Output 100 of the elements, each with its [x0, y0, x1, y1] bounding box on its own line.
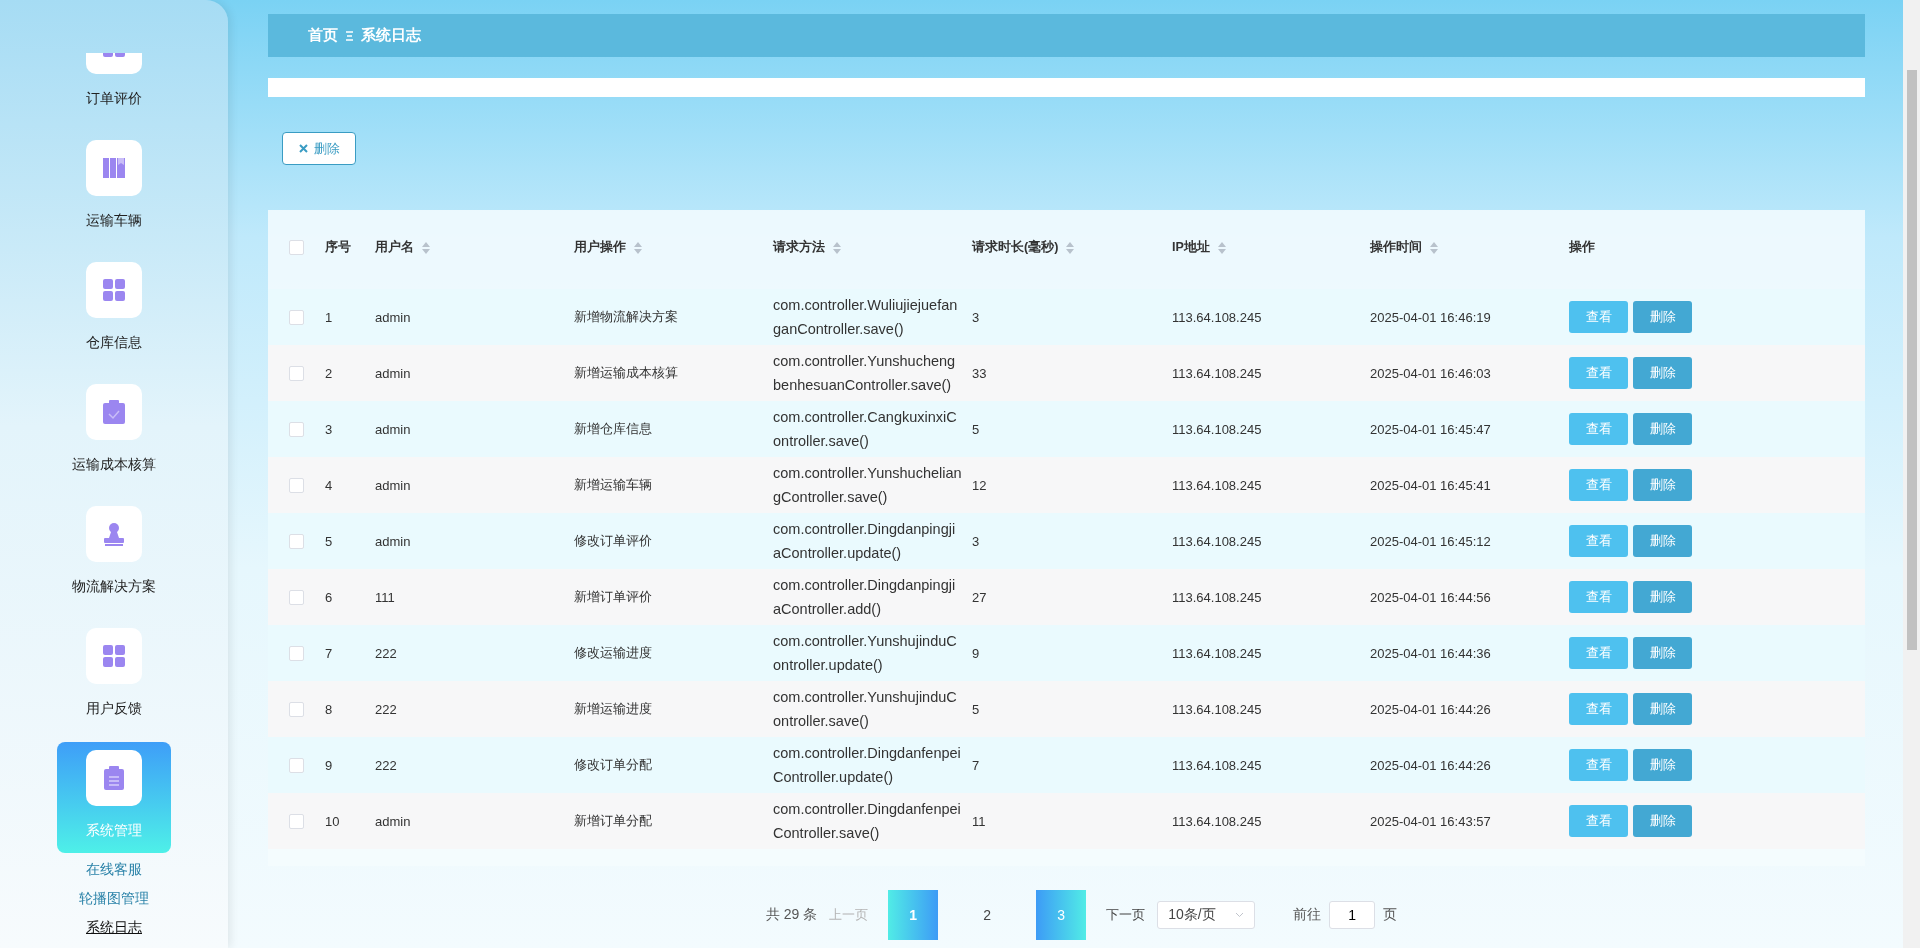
row-checkbox[interactable]: [289, 813, 304, 829]
sort-icon[interactable]: [634, 241, 642, 254]
table-cell: 7: [972, 757, 980, 773]
view-button[interactable]: 查看: [1569, 413, 1628, 445]
column-header[interactable]: 请求方法: [773, 239, 841, 256]
table-cell: 111: [375, 589, 395, 605]
sidebar-item[interactable]: 用户反馈: [57, 620, 171, 731]
page-input[interactable]: 1: [1329, 901, 1376, 929]
table-cell: 2025-04-01 16:46:03: [1370, 365, 1491, 381]
view-button[interactable]: 查看: [1569, 581, 1628, 613]
select-all-checkbox[interactable]: [289, 240, 304, 255]
submenu-item[interactable]: 轮播图管理: [79, 884, 149, 913]
page-button[interactable]: 3: [1036, 890, 1087, 940]
scrollbar[interactable]: [1903, 0, 1920, 948]
row-checkbox[interactable]: [289, 365, 304, 381]
table-cell: 7: [325, 645, 333, 661]
table-cell: 113.64.108.245: [1172, 589, 1262, 605]
sort-icon[interactable]: [422, 241, 430, 254]
column-header[interactable]: 用户操作: [574, 239, 642, 256]
table-cell-text: com.controller.DingdanpingjiaController.update(): [773, 520, 957, 563]
table-cell: 222: [375, 701, 397, 717]
view-button[interactable]: 查看: [1569, 749, 1628, 781]
table-cell: 113.64.108.245: [1172, 477, 1262, 493]
submenu-item[interactable]: 在线客服: [86, 855, 142, 884]
close-icon: [298, 144, 308, 153]
sidebar-item[interactable]: 系统管理: [57, 742, 171, 853]
delete-button[interactable]: 删除: [1633, 357, 1692, 389]
column-header[interactable]: IP地址: [1172, 239, 1226, 256]
table-cell: 新增仓库信息: [574, 420, 652, 438]
table-cell: 113.64.108.245: [1172, 309, 1262, 325]
table-cell: 8: [325, 701, 333, 717]
row-checkbox[interactable]: [289, 701, 304, 717]
view-button[interactable]: 查看: [1569, 525, 1628, 557]
table-cell: 2025-04-01 16:45:47: [1370, 421, 1491, 437]
view-button[interactable]: 查看: [1569, 693, 1628, 725]
view-button[interactable]: 查看: [1569, 637, 1628, 669]
sidebar-item[interactable]: 运输车辆: [57, 132, 171, 243]
column-header: 操作: [1569, 239, 1595, 256]
table-cell: 5: [325, 533, 333, 549]
delete-button[interactable]: 删除: [282, 132, 356, 165]
delete-button[interactable]: 删除: [1633, 693, 1692, 725]
sidebar-item[interactable]: 订单评价: [57, 53, 171, 121]
table-cell-text: com.controller.DingdanfenpeiController.save(): [773, 800, 962, 843]
sort-icon[interactable]: [1430, 241, 1438, 254]
submenu-item[interactable]: 系统日志: [86, 913, 142, 942]
row-checkbox[interactable]: [289, 533, 304, 549]
sort-icon[interactable]: [833, 241, 841, 254]
table-cell: 修改订单评价: [574, 532, 652, 550]
table-cell: 2025-04-01 16:44:26: [1370, 757, 1491, 773]
row-checkbox[interactable]: [289, 645, 304, 661]
table-cell: 222: [375, 645, 397, 661]
view-button[interactable]: 查看: [1569, 357, 1628, 389]
grid-icon: [103, 645, 125, 667]
table-cell: 113.64.108.245: [1172, 533, 1262, 549]
table-cell: 新增订单评价: [574, 588, 652, 606]
delete-button[interactable]: 删除: [1633, 413, 1692, 445]
table-cell: 33: [972, 365, 987, 381]
delete-button[interactable]: 删除: [1633, 301, 1692, 333]
sort-icon[interactable]: [1217, 241, 1226, 254]
scrollbar-thumb[interactable]: [1906, 70, 1917, 650]
column-header[interactable]: 用户名: [375, 239, 430, 256]
page-button[interactable]: 1: [888, 890, 939, 940]
table-cell: 113.64.108.245: [1172, 365, 1262, 381]
delete-button[interactable]: 删除: [1633, 749, 1692, 781]
sidebar-item[interactable]: 仓库信息: [57, 254, 171, 365]
page-button[interactable]: 2: [962, 890, 1013, 940]
row-checkbox[interactable]: [289, 421, 304, 437]
table-cell: 2025-04-01 16:45:12: [1370, 533, 1491, 549]
table-cell: 新增运输进度: [574, 700, 652, 718]
table-cell-text: com.controller.DingdanfenpeiController.update(): [773, 744, 962, 787]
next-page-button[interactable]: 下一页: [1102, 906, 1150, 924]
column-header[interactable]: 操作时间: [1370, 239, 1438, 256]
sort-icon[interactable]: [1066, 241, 1075, 254]
sidebar-item[interactable]: 物流解决方案: [57, 498, 171, 609]
table-cell: 新增订单分配: [574, 812, 652, 830]
table-cell: 2025-04-01 16:45:41: [1370, 477, 1491, 493]
sidebar-item[interactable]: 运输成本核算: [57, 376, 171, 487]
table-cell: 222: [375, 757, 397, 773]
delete-button[interactable]: 删除: [1633, 525, 1692, 557]
delete-button[interactable]: 删除: [1633, 637, 1692, 669]
table-cell: admin: [375, 477, 411, 493]
total-count: 共 29 条: [765, 906, 818, 924]
view-button[interactable]: 查看: [1569, 301, 1628, 333]
view-button[interactable]: 查看: [1569, 805, 1628, 837]
delete-button[interactable]: 删除: [1633, 581, 1692, 613]
table-cell: 11: [972, 813, 986, 829]
table-cell: admin: [375, 813, 411, 829]
column-header[interactable]: 请求时长(毫秒): [972, 239, 1075, 256]
row-checkbox[interactable]: [289, 309, 304, 325]
page-size-select[interactable]: 10条/页: [1157, 901, 1256, 929]
row-checkbox[interactable]: [289, 757, 304, 773]
row-checkbox[interactable]: [289, 589, 304, 605]
view-button[interactable]: 查看: [1569, 469, 1628, 501]
delete-button[interactable]: 删除: [1633, 469, 1692, 501]
grid-icon: [103, 279, 125, 301]
stamp-icon: [102, 522, 126, 546]
breadcrumb-link[interactable]: 首页: [308, 26, 338, 45]
document-icon: [104, 766, 124, 790]
delete-button[interactable]: 删除: [1633, 805, 1692, 837]
row-checkbox[interactable]: [289, 477, 304, 493]
